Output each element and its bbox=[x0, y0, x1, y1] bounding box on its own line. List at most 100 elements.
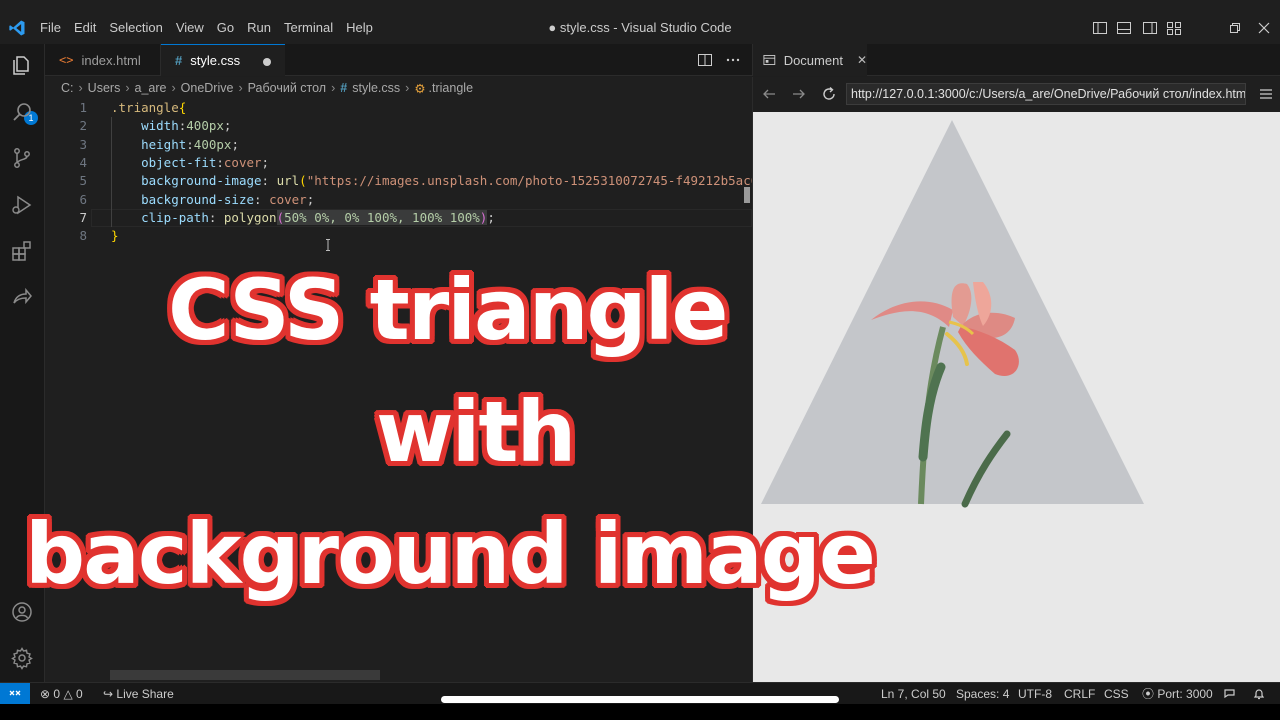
line-number: 4 bbox=[79, 154, 87, 170]
bottom-band bbox=[0, 704, 1280, 720]
notifications-bell-icon[interactable] bbox=[1252, 687, 1266, 701]
chevron-right-icon: › bbox=[331, 81, 336, 95]
forward-arrow-icon[interactable] bbox=[791, 86, 807, 102]
live-share-icon: ↪ bbox=[103, 687, 114, 701]
breadcrumb-drive[interactable]: C: bbox=[61, 81, 74, 95]
chevron-right-icon: › bbox=[238, 81, 243, 95]
line-number: 2 bbox=[79, 118, 87, 134]
live-server-port[interactable]: ⦿ Port: 3000 bbox=[1142, 686, 1213, 702]
feedback-icon[interactable] bbox=[1223, 687, 1237, 701]
menu-view[interactable]: View bbox=[176, 19, 212, 37]
warning-count: 0 bbox=[76, 687, 83, 701]
live-share-icon[interactable] bbox=[10, 285, 34, 309]
split-editor-icon[interactable] bbox=[697, 52, 713, 68]
line-number: 6 bbox=[79, 191, 87, 207]
code-line-8[interactable]: } bbox=[111, 227, 119, 245]
search-icon[interactable] bbox=[10, 100, 34, 124]
indentation[interactable]: Spaces: 4 bbox=[956, 686, 1009, 702]
extensions-icon[interactable] bbox=[10, 239, 34, 263]
explorer-icon[interactable] bbox=[10, 54, 34, 78]
window-title: ● style.css - Visual Studio Code bbox=[548, 20, 732, 35]
breadcrumb-symbol[interactable]: .triangle bbox=[429, 81, 473, 95]
breadcrumb-user[interactable]: a_are bbox=[135, 81, 167, 95]
tab-index-html[interactable]: <> index.html bbox=[45, 44, 161, 76]
chevron-right-icon: › bbox=[405, 81, 410, 95]
language-mode[interactable]: CSS bbox=[1104, 686, 1129, 702]
unsaved-dot-icon[interactable] bbox=[263, 58, 271, 66]
accounts-icon[interactable] bbox=[10, 600, 34, 624]
chevron-right-icon: › bbox=[171, 81, 176, 95]
preview-tab-bar: Document ✕ bbox=[752, 44, 1280, 76]
toggle-sidebar-icon[interactable] bbox=[1092, 20, 1108, 36]
code-line-5[interactable]: background-image: url("https://images.un… bbox=[111, 172, 752, 190]
menu-terminal[interactable]: Terminal bbox=[284, 19, 341, 37]
menu-run[interactable]: Run bbox=[247, 19, 279, 37]
hamburger-menu-icon[interactable] bbox=[1258, 86, 1274, 102]
css-file-icon: # bbox=[340, 81, 348, 95]
horizontal-scrollbar-thumb[interactable] bbox=[110, 670, 380, 680]
error-icon: ⊗ bbox=[40, 687, 51, 701]
caption-line-2: with bbox=[376, 383, 576, 481]
code-line-7[interactable]: clip-path: polygon(50% 0%, 0% 100%, 100%… bbox=[111, 209, 495, 227]
restore-window-icon[interactable] bbox=[1226, 20, 1242, 36]
back-arrow-icon[interactable] bbox=[761, 86, 777, 102]
reload-icon[interactable] bbox=[821, 86, 837, 102]
code-line-4[interactable]: object-fit:cover; bbox=[111, 154, 269, 172]
line-number: 1 bbox=[79, 100, 87, 115]
close-tab-icon[interactable]: ✕ bbox=[857, 53, 867, 67]
css-file-icon: # bbox=[175, 53, 183, 68]
end-of-line[interactable]: CRLF bbox=[1064, 686, 1095, 702]
toggle-panel-icon[interactable] bbox=[1116, 20, 1132, 36]
breadcrumb-onedrive[interactable]: OneDrive bbox=[181, 81, 234, 95]
toggle-secondary-sidebar-icon[interactable] bbox=[1142, 20, 1158, 36]
customize-layout-icon[interactable] bbox=[1166, 20, 1182, 36]
chevron-right-icon: › bbox=[125, 81, 130, 95]
browser-preview-icon bbox=[763, 55, 776, 65]
settings-gear-icon[interactable] bbox=[10, 646, 34, 670]
warning-icon: △ bbox=[63, 687, 73, 701]
text-cursor-icon bbox=[326, 239, 330, 251]
line-number: 8 bbox=[79, 228, 87, 244]
live-share-button[interactable]: ↪ Live Share bbox=[103, 686, 174, 702]
menu-help[interactable]: Help bbox=[346, 19, 381, 37]
live-share-label: Live Share bbox=[116, 687, 174, 701]
cursor-position[interactable]: Ln 7, Col 50 bbox=[881, 686, 946, 702]
remote-indicator-button[interactable] bbox=[0, 683, 30, 705]
menu-selection[interactable]: Selection bbox=[109, 19, 170, 37]
breadcrumb-users[interactable]: Users bbox=[88, 81, 121, 95]
menu-file[interactable]: File bbox=[40, 19, 69, 37]
menu-edit[interactable]: Edit bbox=[74, 19, 104, 37]
code-line-2[interactable]: width:400px; bbox=[111, 117, 231, 135]
url-address-input[interactable]: http://127.0.0.1:3000/c:/Users/a_are/One… bbox=[846, 83, 1246, 105]
vertical-scrollbar-thumb[interactable] bbox=[744, 187, 750, 203]
source-control-icon[interactable] bbox=[10, 146, 34, 170]
line-number: 5 bbox=[79, 173, 87, 189]
home-indicator bbox=[441, 696, 839, 703]
code-line-3[interactable]: height:400px; bbox=[111, 136, 239, 154]
tab-style-css[interactable]: # style.css bbox=[161, 44, 285, 76]
more-actions-icon[interactable] bbox=[725, 52, 741, 68]
tab-label: index.html bbox=[81, 52, 141, 68]
line-number: 3 bbox=[79, 136, 87, 152]
menu-bar: File Edit Selection View Go Run Terminal… bbox=[40, 19, 386, 37]
caption-line-3: background image bbox=[25, 505, 876, 603]
breadcrumb-desktop[interactable]: Рабочий стол bbox=[248, 81, 326, 95]
preview-tab-label: Document bbox=[783, 52, 843, 68]
caption-line-1: CSS triangle bbox=[168, 261, 728, 359]
code-line-1[interactable]: .triangle{ bbox=[111, 99, 186, 117]
broadcast-icon: ⦿ bbox=[1142, 687, 1155, 701]
preview-nav-bar: http://127.0.0.1:3000/c:/Users/a_are/One… bbox=[752, 77, 1280, 112]
breadcrumb-file[interactable]: style.css bbox=[352, 81, 400, 95]
run-debug-icon[interactable] bbox=[10, 193, 34, 217]
code-line-6[interactable]: background-size: cover; bbox=[111, 191, 314, 209]
encoding[interactable]: UTF-8 bbox=[1018, 686, 1052, 702]
error-count: 0 bbox=[53, 687, 61, 701]
editor-tab-bar: <> index.html # style.css bbox=[45, 44, 752, 76]
menu-go[interactable]: Go bbox=[217, 19, 242, 37]
close-window-icon[interactable] bbox=[1256, 20, 1272, 36]
html-file-icon: <> bbox=[59, 53, 74, 67]
tab-document-preview[interactable]: Document ✕ bbox=[753, 44, 867, 76]
vscode-logo-icon bbox=[9, 20, 25, 36]
problems-button[interactable]: ⊗ 0 △ 0 bbox=[40, 686, 83, 702]
line-number-active: 7 bbox=[79, 209, 87, 225]
